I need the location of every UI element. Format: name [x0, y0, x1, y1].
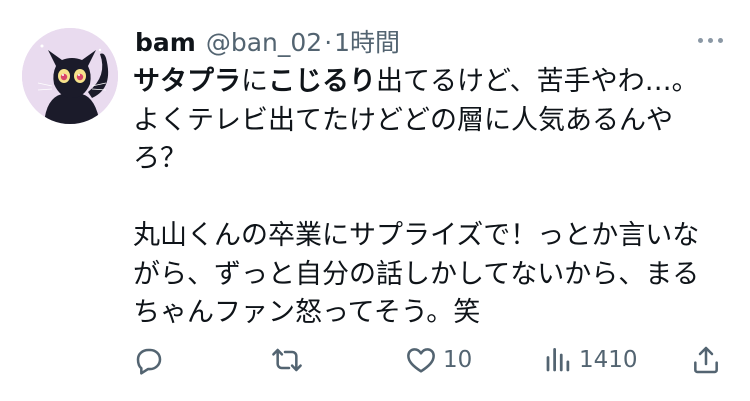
tweet-text-segment: に: [241, 66, 268, 97]
highlighted-term: サタプラ: [133, 66, 241, 97]
more-dot: [707, 37, 713, 43]
tweet-card[interactable]: bam @ban_02 · 1時間 サタプラにこじるり出てるけど、苦手やわ…。よ…: [0, 0, 750, 401]
tweet-text-segment: 出てるけど、苦手やわ…。: [376, 66, 699, 97]
like-button[interactable]: 10: [405, 340, 472, 380]
tweet-text-segment: 丸山くんの卒業にサプライズで！っとか言いな: [133, 220, 700, 251]
avatar[interactable]: [22, 28, 118, 124]
highlighted-term: こじるり: [268, 66, 376, 97]
views-chart-icon: [546, 348, 570, 372]
more-dot: [717, 37, 723, 43]
tweet-header: bam @ban_02 · 1時間: [135, 26, 400, 60]
reply-icon: [136, 348, 162, 375]
tweet-text-line: ろ？: [133, 140, 713, 179]
tweet-text-segment: がら、ずっと自分の話しかしてないから、まる: [133, 258, 700, 290]
tweet-text-line: ちゃんファン怒ってそう。笑: [133, 294, 713, 333]
reply-button[interactable]: [132, 340, 164, 380]
views-count: 1410: [579, 347, 638, 373]
share-icon: [694, 346, 718, 374]
separator-dot: ·: [324, 28, 333, 57]
share-button[interactable]: [690, 340, 722, 380]
retweet-button[interactable]: [270, 340, 310, 380]
views-button[interactable]: 1410: [543, 340, 638, 380]
black-cat-avatar-image: [22, 28, 118, 124]
tweet-text-line: がら、ずっと自分の話しかしてないから、まる: [133, 256, 713, 295]
tweet-text-segment: よくテレビ出てたけどどの層に人気あるんや: [133, 104, 673, 136]
more-dot: [697, 37, 703, 43]
heart-icon: [407, 348, 435, 373]
tweet-text-segment: ろ？: [133, 143, 187, 174]
like-count: 10: [443, 347, 473, 373]
more-horizontal-icon[interactable]: [690, 28, 730, 52]
retweet-icon: [272, 348, 302, 372]
user-handle[interactable]: @ban_02: [206, 26, 322, 60]
tweet-text-line: [133, 179, 713, 218]
display-name[interactable]: bam: [135, 26, 196, 60]
timestamp[interactable]: 1時間: [334, 26, 400, 60]
tweet-text-segment: ちゃんファン怒ってそう。笑: [133, 297, 481, 328]
tweet-text-line: サタプラにこじるり出てるけど、苦手やわ…。: [133, 63, 713, 102]
action-bar: 10 1410: [0, 340, 750, 380]
tweet-text: サタプラにこじるり出てるけど、苦手やわ…。 よくテレビ出てたけどどの層に人気あるん…: [133, 63, 713, 333]
tweet-text-line: よくテレビ出てたけどどの層に人気あるんや: [133, 102, 713, 141]
tweet-text-line: 丸山くんの卒業にサプライズで！っとか言いな: [133, 217, 713, 256]
